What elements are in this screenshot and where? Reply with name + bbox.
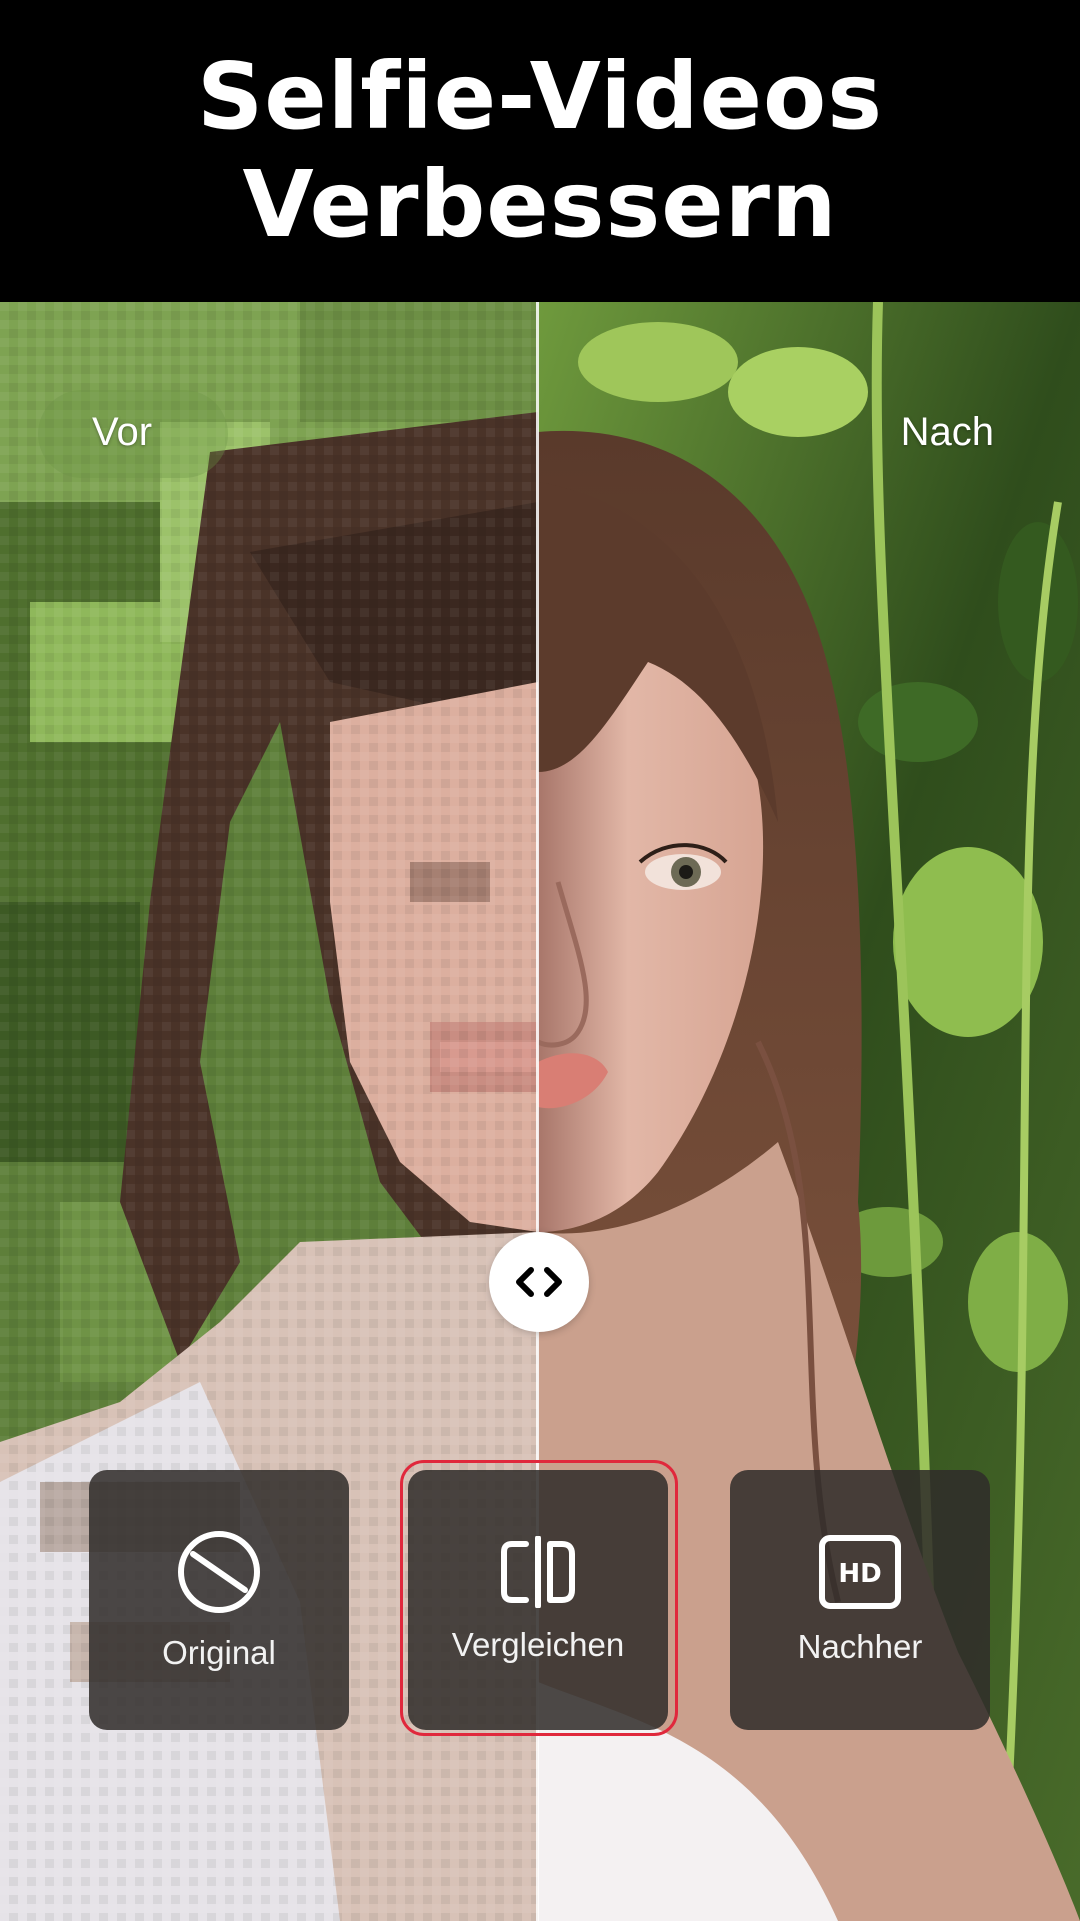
- mode-after-button[interactable]: HD Nachher: [730, 1470, 990, 1730]
- chevron-left-right-icon: [516, 1267, 562, 1297]
- no-entry-icon: [178, 1531, 260, 1613]
- after-label: Nach: [900, 410, 994, 454]
- svg-text:HD: HD: [838, 1559, 881, 1589]
- mode-compare-label: Vergleichen: [451, 1626, 625, 1663]
- before-after-compare-view[interactable]: Vor Nach Original Vergleichen HD Nachher: [0, 302, 1080, 1921]
- title-line-2: Verbessern: [242, 151, 838, 258]
- compare-split-icon: [501, 1536, 575, 1608]
- header-banner: Selfie-Videos Verbessern: [0, 0, 1080, 302]
- mode-compare-button[interactable]: Vergleichen: [408, 1470, 668, 1730]
- title-line-1: Selfie-Videos: [197, 43, 883, 150]
- mode-after-label: Nachher: [797, 1628, 923, 1665]
- mode-original-label: Original: [162, 1634, 276, 1671]
- hd-icon: HD: [819, 1535, 901, 1609]
- mode-original-button[interactable]: Original: [89, 1470, 349, 1730]
- app-screen: Selfie-Videos Verbessern Vor Nach Origin…: [0, 0, 1080, 1921]
- compare-slider-handle[interactable]: [489, 1232, 589, 1332]
- before-label: Vor: [92, 410, 153, 454]
